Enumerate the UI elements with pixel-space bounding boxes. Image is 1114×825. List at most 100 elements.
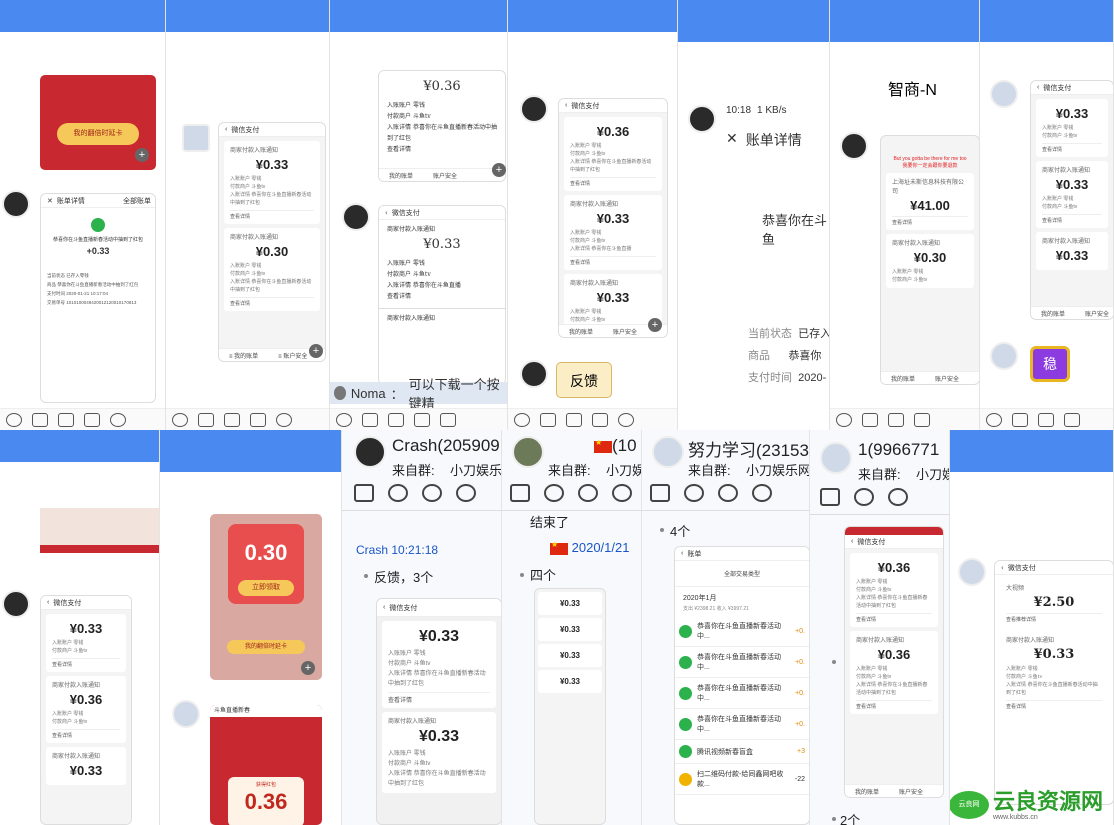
watermark-text: 云良资源网	[993, 788, 1104, 814]
share-icon[interactable]	[820, 488, 840, 506]
block-user-icon[interactable]	[612, 484, 632, 502]
share-icon[interactable]	[510, 484, 530, 502]
view-detail-link: 查看详情	[388, 692, 490, 704]
group-name[interactable]: 小刀娱	[606, 460, 641, 479]
zoom-icon[interactable]: +	[135, 148, 149, 162]
emoji-icon[interactable]	[836, 412, 852, 427]
amount-text: ¥0.30	[913, 250, 947, 265]
gif-icon[interactable]	[198, 412, 214, 427]
gif-icon[interactable]	[1012, 412, 1028, 427]
message-preview[interactable]: Noma：可以下载一个按键精	[330, 377, 507, 411]
avatar[interactable]	[840, 132, 868, 160]
value: 斗鱼tv	[413, 661, 431, 667]
red-packet-image[interactable]: 0.30 立即领取 我的翻倍时延卡	[210, 514, 322, 680]
avatar[interactable]	[342, 203, 370, 231]
zoom-icon[interactable]: +	[301, 661, 315, 675]
wechat-pay-icon	[679, 717, 692, 731]
screenshot-wechat-pay[interactable]: ‹ 微信支付 ¥0.33 入账账户 零钱 付款商户 斗鱼tv 查看详情 商家付款入账通知…	[40, 595, 132, 825]
reply-sticker[interactable]: 反馈	[556, 362, 612, 398]
share-icon[interactable]	[650, 484, 670, 502]
scissors-icon[interactable]	[1038, 412, 1054, 427]
add-user-icon[interactable]	[578, 484, 598, 502]
zoom-icon[interactable]: +	[309, 344, 323, 358]
share-icon[interactable]	[354, 484, 374, 502]
screenshot-bill-list[interactable]: ‹ 账单 全部交易类型 2020年1月 支出 ¥2398.21 收入 ¥3997.…	[674, 546, 809, 825]
page-title: 账单详情	[745, 132, 802, 148]
image-icon[interactable]	[592, 412, 608, 427]
avatar[interactable]	[990, 80, 1018, 108]
group-name[interactable]: 小刀娱乐网	[746, 460, 809, 479]
avatar[interactable]	[520, 360, 548, 388]
image-icon[interactable]	[440, 412, 456, 427]
zoom-icon[interactable]: +	[492, 163, 506, 177]
add-user-icon[interactable]	[718, 484, 738, 502]
emoji-icon[interactable]	[6, 412, 22, 427]
more-icon[interactable]	[618, 412, 634, 427]
add-user-icon[interactable]	[888, 488, 908, 506]
avatar[interactable]	[2, 190, 30, 218]
call-icon[interactable]	[684, 484, 704, 502]
screenshot-wechat-pay[interactable]: ‹ 微信支付 商家付款入账通知 ¥0.33 入账账户 零钱 付款商户 斗鱼tv 入账详情 …	[218, 122, 326, 362]
folder-icon[interactable]	[414, 412, 430, 427]
screenshot-handdrawn-1[interactable]: ¥0.36 入账账户 零钱 付款商户 斗鱼tv 入账详情 恭喜你在斗鱼直播新春活…	[378, 70, 506, 182]
red-packet-image[interactable]: 斗鱼直播新春 获得红包 0.36	[210, 705, 322, 825]
more-icon[interactable]	[110, 412, 126, 427]
folder-icon[interactable]	[914, 412, 930, 427]
gif-icon[interactable]	[32, 412, 48, 427]
block-user-icon[interactable]	[456, 484, 476, 502]
scissors-icon[interactable]	[888, 412, 904, 427]
call-icon[interactable]	[544, 484, 564, 502]
avatar[interactable]	[2, 590, 30, 618]
avatar[interactable]	[512, 436, 544, 468]
scissors-icon[interactable]	[566, 412, 582, 427]
avatar[interactable]	[520, 95, 548, 123]
screenshot-wechat-pay[interactable]: ‹ 微信支付 ¥0.36 入账账户 零钱 付款商户 斗鱼tv 入账详情 恭喜你在斗鱼直播…	[844, 526, 944, 798]
screenshot-wechat-pay[interactable]: ‹ 微信支付 ¥0.36 入账账户 零钱 付款商户 斗鱼tv 入账详情 恭喜你在斗鱼直播…	[558, 98, 668, 338]
call-icon[interactable]	[854, 488, 874, 506]
image-icon[interactable]	[250, 412, 266, 427]
emoji-icon[interactable]	[986, 412, 1002, 427]
coin-icon	[679, 772, 692, 786]
screenshot-wechat-pay[interactable]: ‹ 微信支付 ¥0.33 入账账户 零钱 付款商户 斗鱼tv 入账详情 恭喜你在斗鱼直…	[376, 598, 501, 825]
group-name[interactable]: 小刀娱	[916, 464, 949, 483]
emoji-icon[interactable]	[172, 412, 188, 427]
call-icon[interactable]	[388, 484, 408, 502]
scissors-icon[interactable]	[58, 412, 74, 427]
add-user-icon[interactable]	[422, 484, 442, 502]
screenshot-wechat-pay[interactable]: ‹ 微信支付 大视频 ¥2.50 查看推荐详情 商家付款入账通知 ¥0.33 入账账户 零…	[994, 560, 1113, 805]
scissors-icon[interactable]	[388, 412, 404, 427]
block-user-icon[interactable]	[752, 484, 772, 502]
screenshot-bill-detail[interactable]: 10:18 1 KB/s ✕ 账单详情 恭喜你在斗鱼 当前状态 已存入 商品 恭喜你…	[726, 105, 829, 405]
screenshot-bill-detail[interactable]: ✕ 账单详情 全部账单 恭喜你在斗鱼直播新春活动中抽到了红包 +0.33 当前状态 …	[40, 193, 156, 403]
badge-sticker[interactable]: 稳	[1030, 346, 1070, 382]
payment-card: ¥0.36 入账账户 零钱 付款商户 斗鱼tv 入账详情 恭喜你在斗鱼直播新春活动中抽…	[564, 117, 662, 191]
gif-icon[interactable]	[540, 412, 556, 427]
card-title: 商家付款入账通知	[388, 719, 437, 725]
group-name[interactable]: 小刀娱乐	[450, 460, 501, 479]
folder-icon[interactable]	[1064, 412, 1080, 427]
more-icon[interactable]	[276, 412, 292, 427]
gif-icon[interactable]	[362, 412, 378, 427]
screenshot-handdrawn-2[interactable]: ‹ 微信支付 商家付款入账通知 ¥0.33 入账账户 零钱 付款商户 斗鱼tv 入账详…	[378, 205, 506, 385]
avatar[interactable]	[688, 105, 716, 133]
zoom-icon[interactable]: +	[648, 318, 662, 332]
amount-text: ¥0.33	[559, 599, 581, 608]
avatar[interactable]	[820, 442, 852, 474]
screenshot-wechat-pay[interactable]: ¥0.33 ¥0.33 ¥0.33 ¥0.33	[534, 588, 606, 825]
avatar[interactable]	[958, 558, 986, 586]
chat-panel-7: ‹ 微信支付 ¥0.33 入账账户 零钱 付款商户 斗鱼tv 查看详情 商家付款入账通知…	[980, 0, 1114, 430]
screenshot-wechat-pay[interactable]: ‹ 微信支付 ¥0.33 入账账户 零钱 付款商户 斗鱼tv 查看详情 商家付款入账通知…	[1030, 80, 1113, 320]
scissors-icon[interactable]	[224, 412, 240, 427]
gif-icon[interactable]	[862, 412, 878, 427]
emoji-icon[interactable]	[336, 412, 352, 427]
image-icon[interactable]	[84, 412, 100, 427]
avatar[interactable]	[990, 342, 1018, 370]
avatar[interactable]	[354, 436, 386, 468]
avatar[interactable]	[652, 436, 684, 468]
avatar[interactable]	[182, 124, 210, 152]
avatar[interactable]	[172, 700, 200, 728]
screenshot-wechat-pay[interactable]: But you gotta be there for me too 我要你一定会…	[880, 135, 979, 385]
wechat-pay-icon	[679, 655, 692, 669]
emoji-icon[interactable]	[514, 412, 530, 427]
view-detail-link: 查看详情	[856, 613, 932, 623]
